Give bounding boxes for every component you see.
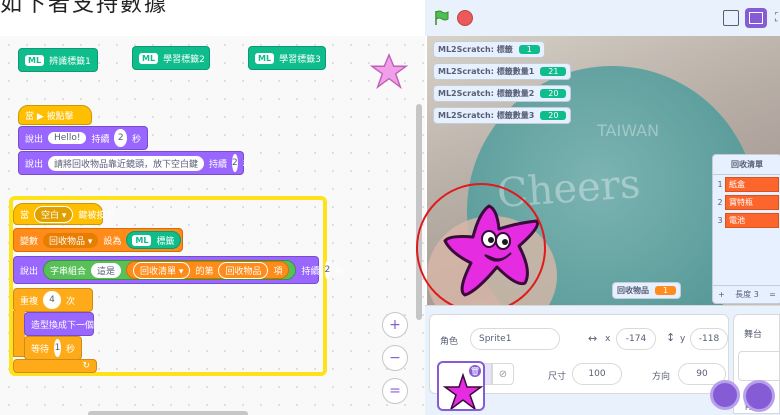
ml-label-block-1[interactable]: ML 辨識標籤1 — [18, 48, 98, 72]
green-flag-icon[interactable] — [433, 10, 449, 26]
monitor-count2[interactable]: ML2Scratch: 標籤數量2 20 — [433, 85, 572, 102]
fullscreen-icon[interactable]: ⛶ — [775, 10, 780, 26]
normal-stage-icon[interactable] — [745, 8, 767, 28]
monitor-recycle-item[interactable]: 回收物品 1 — [612, 282, 682, 299]
list-add-button[interactable]: + — [718, 290, 725, 299]
size-input[interactable]: 100 — [572, 363, 622, 385]
sprite-info-pane: 角色 Sprite1 ↔ x -174 ↕ y -118 顯示 ◉ ⊘ 尺寸 1… — [425, 305, 780, 415]
monitor-label[interactable]: ML2Scratch: 標籤 1 — [433, 41, 545, 58]
sprite-star-icon — [369, 52, 409, 90]
when-flag-clicked-block[interactable]: 當 ▶ 被點擊 — [18, 105, 92, 125]
stage-header: ⛶ — [425, 0, 780, 36]
code-vertical-scrollbar[interactable] — [416, 104, 422, 320]
set-variable-block[interactable]: 變數 回收物品 ▾ 設為 ML 標籤 — [13, 228, 183, 252]
say-hello-block[interactable]: 說出 Hello! 持續 2 秒 — [18, 126, 148, 150]
loop-arrow-icon: ↻ — [82, 361, 90, 371]
trash-icon[interactable]: 🗑 — [469, 365, 481, 377]
backdrop-thumbnail[interactable] — [738, 351, 780, 381]
brand-text: TAIWAN — [597, 121, 660, 140]
monitor-count1[interactable]: ML2Scratch: 標籤數量1 21 — [433, 63, 572, 80]
small-stage-icon[interactable] — [723, 10, 739, 26]
repeat-block[interactable]: 重複 4 次 — [13, 288, 93, 312]
list-resize-handle[interactable]: = — [769, 290, 776, 299]
list-length: 長度 3 — [735, 290, 759, 299]
list-item[interactable]: 1 紙盒 — [715, 176, 779, 193]
say-join-block[interactable]: 說出 字串組合 這是 回收清單 ▾ 的第 回收物品 項 持續 2 秒 — [13, 256, 344, 284]
monitor-count3[interactable]: ML2Scratch: 標籤數量3 20 — [433, 107, 572, 124]
wait-block[interactable]: 等待 1 秒 — [24, 336, 82, 360]
list-item[interactable]: 2 寶特瓶 — [715, 194, 779, 211]
join-reporter[interactable]: 字串組合 這是 回收清單 ▾ 的第 回收物品 項 — [43, 260, 297, 280]
sprite-thumbnail[interactable]: 🗑 — [437, 361, 485, 411]
list-item[interactable]: 3 電池 — [715, 212, 779, 229]
caption: 如下者支持數據 — [0, 0, 169, 17]
zoom-out-button[interactable]: − — [382, 345, 408, 371]
code-horizontal-scrollbar[interactable] — [88, 411, 248, 415]
y-arrows-icon: ↕ — [666, 331, 676, 344]
recycle-list-monitor[interactable]: 回收清單 1 紙盒 2 寶特瓶 3 電池 + 長度 3 = — [712, 154, 780, 304]
ml-label-block-2[interactable]: ML 學習標籤2 — [132, 46, 210, 70]
next-costume-block[interactable]: 造型換成下一個 — [24, 312, 94, 336]
add-backdrop-button[interactable] — [743, 380, 775, 412]
zoom-reset-button[interactable]: = — [382, 378, 408, 404]
sprite-name-input[interactable]: Sprite1 — [470, 328, 560, 350]
hide-eye-icon[interactable]: ⊘ — [492, 363, 514, 385]
item-of-list-reporter[interactable]: 回收清單 ▾ 的第 回收物品 項 — [126, 261, 290, 279]
say-instruction-block[interactable]: 說出 請將回收物品靠近鏡頭，放下空白鍵 持續 2 秒 — [18, 151, 252, 175]
x-arrows-icon: ↔ — [588, 332, 598, 345]
x-input[interactable]: -174 — [616, 328, 656, 350]
add-sprite-button[interactable] — [710, 380, 740, 410]
ml-label-reporter[interactable]: ML 標籤 — [126, 231, 181, 249]
zoom-in-button[interactable]: + — [382, 312, 408, 338]
stop-icon[interactable] — [457, 10, 473, 26]
ml-label-block-3[interactable]: ML 學習標籤3 — [248, 46, 326, 70]
repeat-block-bottom: ↻ — [13, 359, 97, 373]
y-input[interactable]: -118 — [690, 328, 728, 350]
highlight-circle — [416, 183, 546, 313]
when-key-pressed-block[interactable]: 當 空白 ▾ 鍵被按下 — [13, 203, 114, 225]
